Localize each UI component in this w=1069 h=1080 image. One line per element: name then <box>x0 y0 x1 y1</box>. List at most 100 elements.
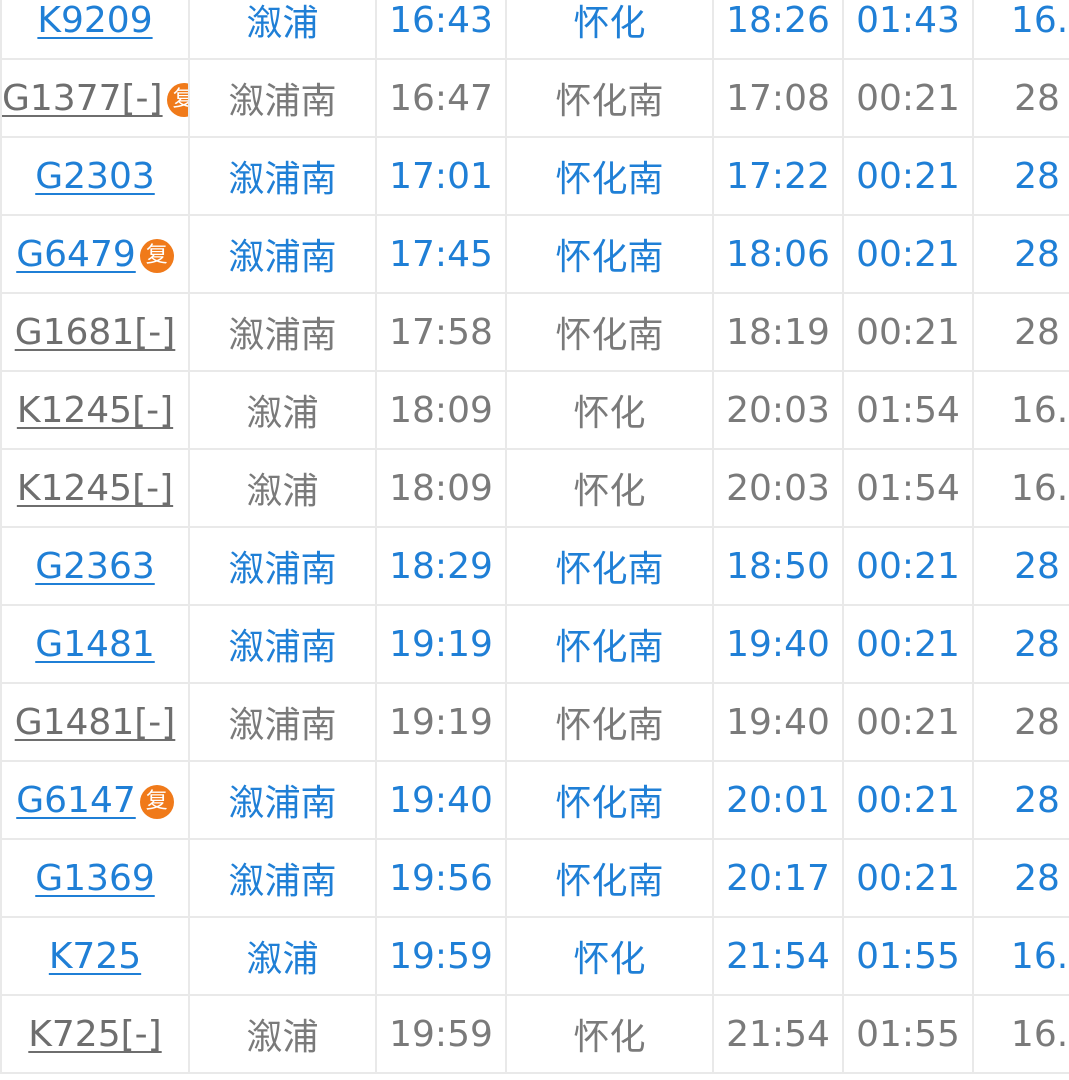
price-cell: 28 <box>972 682 1069 762</box>
train-number-link[interactable]: K1245[-] <box>17 390 173 431</box>
train-number-link[interactable]: G2303 <box>35 156 155 197</box>
train-number-cell: K1245[-] <box>0 448 190 528</box>
train-number-link[interactable]: G1481 <box>35 624 155 665</box>
departure-station-cell: 溆浦 <box>188 370 377 450</box>
duration-cell: 00:21 <box>842 292 974 372</box>
table-row: G2363 溆浦南 18:29 怀化南 18:50 00:21 28 <box>0 526 1069 606</box>
duration-cell: 01:55 <box>842 916 974 996</box>
train-number-wrap: G2363 <box>35 546 155 587</box>
departure-station-cell: 溆浦南 <box>188 58 377 138</box>
arrival-time-cell: 17:08 <box>712 58 844 138</box>
train-number-link[interactable]: G6479 <box>16 234 136 275</box>
departure-station-cell: 溆浦南 <box>188 136 377 216</box>
train-number-wrap: G2303 <box>35 156 155 197</box>
arrival-station-cell: 怀化南 <box>505 292 714 372</box>
departure-station-cell: 溆浦南 <box>188 682 377 762</box>
train-number-link[interactable]: G6147 <box>16 780 136 821</box>
price-cell: 28 <box>972 136 1069 216</box>
departure-station-cell: 溆浦 <box>188 994 377 1074</box>
departure-time-cell: 18:29 <box>375 526 507 606</box>
arrival-station-cell: 怀化南 <box>505 604 714 684</box>
train-schedule-view: K9209溆浦16:43怀化18:2601:4316.5G1377[-]复溆浦南… <box>0 0 1069 1080</box>
departure-station-cell: 溆浦 <box>188 916 377 996</box>
train-number-wrap: G1369 <box>35 858 155 899</box>
arrival-time-cell: 18:26 <box>712 0 844 60</box>
arrival-station-cell: 怀化南 <box>505 136 714 216</box>
arrival-time-cell: 18:19 <box>712 292 844 372</box>
price-cell: 16.5 <box>972 916 1069 996</box>
price-cell: 28 <box>972 214 1069 294</box>
arrival-time-cell: 19:40 <box>712 604 844 684</box>
train-number-link[interactable]: K9209 <box>37 0 152 41</box>
table-row: G1481[-] 溆浦南 19:19 怀化南 19:40 00:21 28 <box>0 682 1069 762</box>
train-number-wrap: K1245[-] <box>17 468 173 509</box>
train-number-cell: K725[-] <box>0 994 190 1074</box>
departure-station-cell: 溆浦南 <box>188 838 377 918</box>
train-number-cell: G6479 复 <box>0 214 190 294</box>
train-number-wrap: G1481 <box>35 624 155 665</box>
train-number-wrap: K725[-] <box>28 1014 161 1055</box>
table-row: K9209 溆浦16:43怀化18:2601:4316.5 <box>0 0 1069 60</box>
arrival-station-cell: 怀化南 <box>505 214 714 294</box>
arrival-station-cell: 怀化南 <box>505 682 714 762</box>
table-row: G1681[-] 溆浦南 17:58 怀化南 18:19 00:21 28 <box>0 292 1069 372</box>
departure-time-cell: 19:40 <box>375 760 507 840</box>
price-cell: 28 <box>972 760 1069 840</box>
table-row: G6147 复溆浦南 19:40 怀化南 20:01 00:21 28 <box>0 760 1069 840</box>
arrival-station-cell: 怀化南 <box>505 838 714 918</box>
train-number-link[interactable]: G1681[-] <box>15 312 176 353</box>
table-row: G6479 复溆浦南 17:45 怀化南 18:06 00:21 28 <box>0 214 1069 294</box>
train-number-link[interactable]: G1369 <box>35 858 155 899</box>
train-schedule-table: K9209溆浦16:43怀化18:2601:4316.5G1377[-]复溆浦南… <box>0 0 1069 1074</box>
duration-cell: 01:54 <box>842 370 974 450</box>
train-number-cell: G1481 <box>0 604 190 684</box>
departure-time-cell: 19:19 <box>375 604 507 684</box>
departure-station-cell: 溆浦南 <box>188 526 377 606</box>
train-number-wrap: G6479 复 <box>16 234 174 275</box>
price-cell: 28 <box>972 292 1069 372</box>
train-number-wrap: K725 <box>49 936 141 977</box>
departure-time-cell: 18:09 <box>375 448 507 528</box>
train-number-wrap: G1681[-] <box>15 312 176 353</box>
price-cell: 28 <box>972 604 1069 684</box>
train-number-cell: G1481[-] <box>0 682 190 762</box>
train-number-cell: K9209 <box>0 0 190 60</box>
departure-time-cell: 16:47 <box>375 58 507 138</box>
train-number-link[interactable]: K725 <box>49 936 141 977</box>
train-number-cell: K1245[-] <box>0 370 190 450</box>
arrival-time-cell: 18:06 <box>712 214 844 294</box>
train-number-wrap: G1481[-] <box>15 702 176 743</box>
table-row: K725[-] 溆浦19:59怀化21:5401:5516.5 <box>0 994 1069 1074</box>
departure-time-cell: 17:58 <box>375 292 507 372</box>
departure-station-cell: 溆浦 <box>188 0 377 60</box>
train-number-link[interactable]: K1245[-] <box>17 468 173 509</box>
train-number-link[interactable]: G1481[-] <box>15 702 176 743</box>
arrival-time-cell: 20:17 <box>712 838 844 918</box>
departure-time-cell: 19:59 <box>375 916 507 996</box>
price-cell: 28 <box>972 58 1069 138</box>
train-number-link[interactable]: G1377[-] <box>3 78 163 119</box>
departure-time-cell: 17:45 <box>375 214 507 294</box>
arrival-station-cell: 怀化南 <box>505 526 714 606</box>
train-number-cell: G2363 <box>0 526 190 606</box>
train-number-link[interactable]: K725[-] <box>28 1014 161 1055</box>
price-cell: 16.5 <box>972 0 1069 60</box>
duration-cell: 00:21 <box>842 526 974 606</box>
duration-cell: 01:55 <box>842 994 974 1074</box>
train-number-wrap: G6147 复 <box>16 780 174 821</box>
table-row: K1245[-] 溆浦18:09怀化20:0301:5416.5 <box>0 370 1069 450</box>
price-cell: 16.5 <box>972 994 1069 1074</box>
arrival-station-cell: 怀化 <box>505 994 714 1074</box>
train-number-cell: G1369 <box>0 838 190 918</box>
arrival-station-cell: 怀化南 <box>505 58 714 138</box>
price-cell: 28 <box>972 838 1069 918</box>
train-number-link[interactable]: G2363 <box>35 546 155 587</box>
departure-station-cell: 溆浦 <box>188 448 377 528</box>
departure-time-cell: 19:19 <box>375 682 507 762</box>
departure-station-cell: 溆浦南 <box>188 214 377 294</box>
arrival-time-cell: 20:03 <box>712 370 844 450</box>
duration-cell: 00:21 <box>842 58 974 138</box>
train-number-wrap: K9209 <box>37 0 152 41</box>
duration-cell: 00:21 <box>842 760 974 840</box>
duration-cell: 00:21 <box>842 136 974 216</box>
